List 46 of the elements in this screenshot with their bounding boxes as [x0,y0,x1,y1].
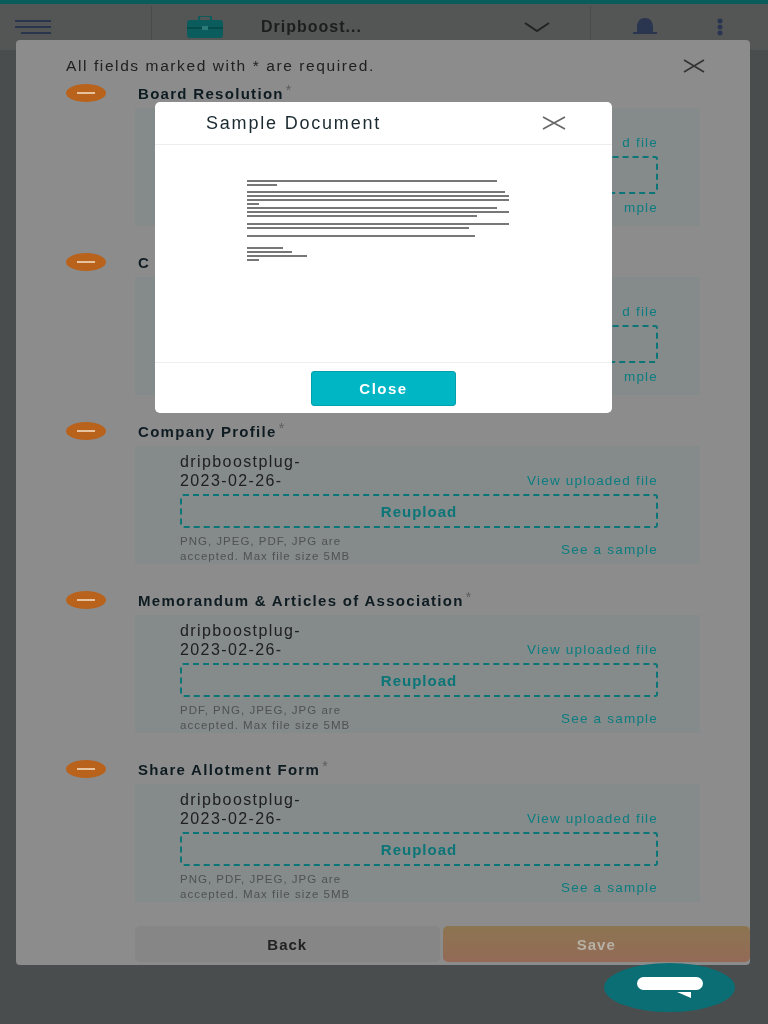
collapse-toggle[interactable] [66,253,106,271]
view-file-link[interactable]: View uploaded file [527,642,658,657]
chat-bubble-icon [636,976,703,999]
chevron-down-icon [524,22,550,32]
more-options-icon[interactable] [717,18,723,36]
required-fields-notice: All fields marked with * are required. [66,57,375,75]
file-name: dripboostplug- [180,621,301,640]
view-file-link[interactable]: d file [622,135,658,150]
see-sample-link[interactable]: See a sample [561,541,658,557]
section-title: Memorandum & Articles of Association [138,591,464,609]
see-sample-link[interactable]: mple [623,369,658,384]
file-name: dripboostplug- [180,790,301,809]
required-mark: * [465,589,472,605]
see-sample-link[interactable]: mple [623,200,658,215]
view-file-link[interactable]: View uploaded file [527,473,658,488]
briefcase-icon [187,16,223,38]
back-button[interactable]: Back [135,926,440,962]
file-name: dripboostplug- [180,452,301,471]
dialog-title: Sample Document [206,112,382,134]
close-button[interactable]: Close [311,370,456,406]
section-title: Board Resolution [138,84,284,102]
file-name: 2023-02-26- [180,809,284,828]
reupload-button[interactable]: Reupload [180,832,658,866]
see-sample-link[interactable]: See a sample [561,879,658,895]
required-mark: * [278,420,285,436]
file-name: 2023-02-26- [180,640,284,659]
file-name: 2023-02-26- [180,471,284,490]
section-title: Company Profile [138,422,277,440]
see-sample-link[interactable]: See a sample [561,710,658,726]
collapse-toggle[interactable] [66,422,106,440]
view-file-link[interactable]: d file [622,304,658,319]
required-mark: * [285,82,292,98]
close-icon[interactable] [542,116,566,130]
reupload-button[interactable]: Reupload [180,663,658,697]
section-title: C [138,253,151,271]
save-button[interactable]: Save [442,926,750,962]
reupload-button[interactable]: Reupload [180,494,658,528]
bell-icon[interactable] [631,17,659,37]
close-icon[interactable] [683,59,705,73]
view-file-link[interactable]: View uploaded file [527,811,658,826]
required-mark: * [322,758,328,774]
menu-icon[interactable] [15,20,51,34]
collapse-toggle[interactable] [66,84,106,102]
section-title: Share Allotment Form [138,760,321,778]
collapse-toggle[interactable] [66,760,106,778]
collapse-toggle[interactable] [66,591,106,609]
